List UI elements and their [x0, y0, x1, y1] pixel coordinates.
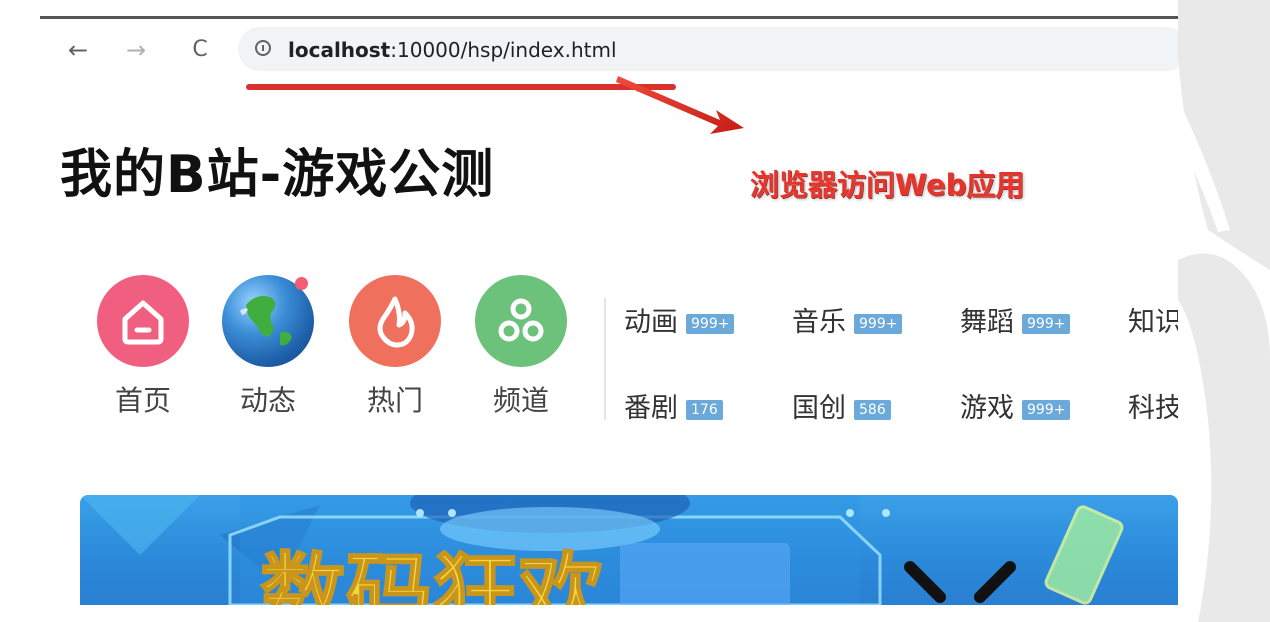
nav-label: 频道	[492, 384, 549, 417]
category-item[interactable]: 番剧 176	[624, 386, 723, 425]
category-item[interactable]: 音乐 999+	[792, 300, 903, 339]
category-label: 舞蹈	[960, 307, 1014, 338]
nav-item-channel[interactable]: 频道	[471, 275, 571, 419]
annotation-callout: 浏览器访问Web应用	[750, 168, 1025, 202]
home-icon	[97, 275, 189, 367]
decorative-swoosh	[1178, 0, 1270, 622]
annotation-arrow-icon	[616, 76, 744, 134]
category-label: 音乐	[792, 307, 846, 338]
channel-icon	[475, 275, 567, 367]
nav-label: 热门	[366, 384, 423, 417]
url-text[interactable]: localhost:10000/hsp/index.html	[288, 38, 617, 62]
nav-divider	[604, 298, 606, 420]
promo-banner[interactable]: 数码狂欢	[80, 495, 1178, 605]
category-item[interactable]: 动画 999+	[624, 300, 735, 339]
url-host: localhost	[288, 38, 391, 62]
url-rest: :10000/hsp/index.html	[390, 38, 617, 62]
category-label: 科技	[1128, 393, 1178, 424]
category-label: 动画	[624, 307, 678, 338]
nav-label: 首页	[114, 384, 171, 417]
category-item[interactable]: 舞蹈 999+	[960, 300, 1071, 339]
count-badge: 999+	[1022, 399, 1071, 420]
count-badge: 999+	[1022, 313, 1071, 334]
category-item[interactable]: 游戏 999+	[960, 386, 1071, 425]
banner-text: 数码狂欢	[260, 544, 604, 605]
count-badge: 999+	[854, 313, 903, 334]
address-bar[interactable]: localhost:10000/hsp/index.html	[238, 27, 1178, 71]
browser-viewport: ← → C localhost:10000/hsp/index.html 浏览器…	[0, 0, 1178, 605]
category-label: 国创	[792, 393, 846, 424]
count-badge: 586	[854, 399, 891, 420]
info-icon[interactable]	[255, 40, 271, 56]
fire-icon	[349, 275, 441, 367]
count-badge: 999+	[686, 313, 735, 334]
banner-art: 数码狂欢	[80, 495, 1124, 605]
category-item[interactable]: 国创 586	[792, 386, 891, 425]
notification-dot	[295, 277, 308, 290]
nav-label: 动态	[239, 384, 296, 417]
back-arrow-icon[interactable]: ←	[65, 37, 91, 63]
category-label: 知识	[1128, 307, 1178, 338]
category-item[interactable]: 知识	[1128, 300, 1178, 339]
page-title: 我的B站-游戏公测	[60, 145, 495, 205]
forward-arrow-icon[interactable]: →	[123, 37, 149, 63]
category-item[interactable]: 科技	[1128, 386, 1178, 425]
nav-item-hot[interactable]: 热门	[345, 275, 445, 419]
count-badge: 176	[686, 399, 723, 420]
globe-icon	[222, 275, 314, 367]
nav-item-dynamic[interactable]: 动态	[218, 275, 318, 419]
category-label: 番剧	[624, 393, 678, 424]
reload-icon[interactable]: C	[187, 37, 213, 63]
category-label: 游戏	[960, 393, 1014, 424]
nav-item-home[interactable]: 首页	[93, 275, 193, 419]
